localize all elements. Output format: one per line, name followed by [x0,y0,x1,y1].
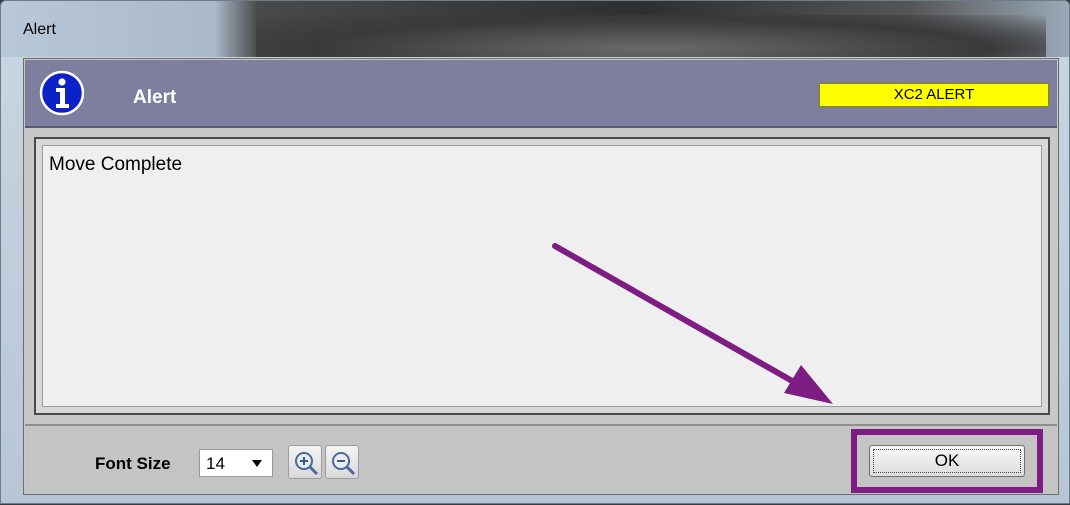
alert-title: Alert [133,87,177,108]
message-area[interactable]: Move Complete [42,145,1042,407]
message-panel: Move Complete [34,137,1050,415]
font-size-value: 14 [206,454,225,473]
alert-header: Alert XC2 ALERT [25,60,1057,128]
zoom-out-icon [332,452,356,476]
window-title: Alert [23,21,56,38]
alert-dialog: Alert XC2 ALERT Move Complete Font Size … [23,58,1059,495]
status-badge: XC2 ALERT [819,83,1049,107]
zoom-in-button[interactable] [288,445,322,479]
zoom-out-button[interactable] [325,445,359,479]
font-size-label: Font Size [95,454,171,473]
focus-ring [873,449,1021,473]
ok-button[interactable]: OK [869,445,1025,477]
titlebar-background [256,15,1046,57]
ok-highlight-box: OK [851,429,1043,493]
zoom-in-icon [295,452,319,476]
window-titlebar[interactable]: Alert [1,1,1069,57]
alert-window: Alert Alert XC2 ALERT Move Complete Font… [0,0,1070,504]
alert-footer: Font Size 14 OK [25,424,1057,494]
font-size-select[interactable]: 14 [199,449,273,477]
chevron-down-icon [252,460,262,467]
info-icon [39,70,85,116]
message-text: Move Complete [49,154,183,175]
